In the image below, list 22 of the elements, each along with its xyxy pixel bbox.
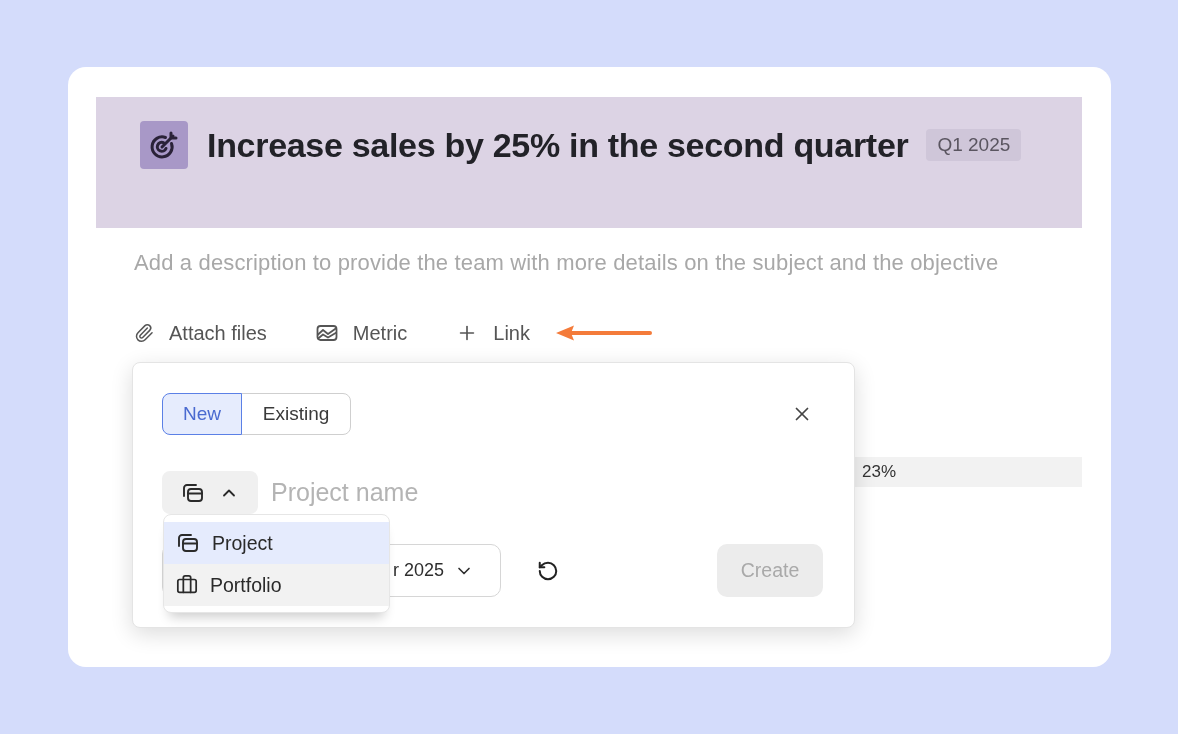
menu-item-label: Portfolio	[210, 573, 282, 597]
type-button[interactable]	[162, 471, 258, 514]
arrow-icon	[556, 325, 652, 341]
mode-tab[interactable]: Existing	[241, 393, 351, 435]
name-field[interactable]: Project name	[271, 472, 823, 513]
target-icon	[140, 121, 188, 169]
period-badge: Q1 2025	[926, 129, 1022, 161]
mode-tab[interactable]: New	[162, 393, 242, 435]
reset-icon	[537, 559, 559, 582]
toolbar-button[interactable]: Link	[456, 321, 530, 345]
menu-item-label: Project	[212, 531, 273, 555]
toolbar-button[interactable]: Metric	[315, 321, 408, 345]
percent-text: 23%	[862, 462, 898, 482]
goal-title: Increase sales by 25% in the second quarter	[207, 125, 909, 165]
briefcase-icon	[176, 574, 198, 596]
toolbar-button[interactable]: Attach files	[134, 321, 267, 345]
chart-icon	[315, 323, 338, 343]
paperclip-icon	[134, 323, 154, 343]
stacked-cards-icon	[176, 531, 200, 555]
menu-item[interactable]: Project	[164, 522, 389, 564]
description-field[interactable]: Add a description to provide the team with more details on the subject and the objective	[134, 248, 1074, 278]
menu-item[interactable]: Portfolio	[164, 564, 389, 606]
